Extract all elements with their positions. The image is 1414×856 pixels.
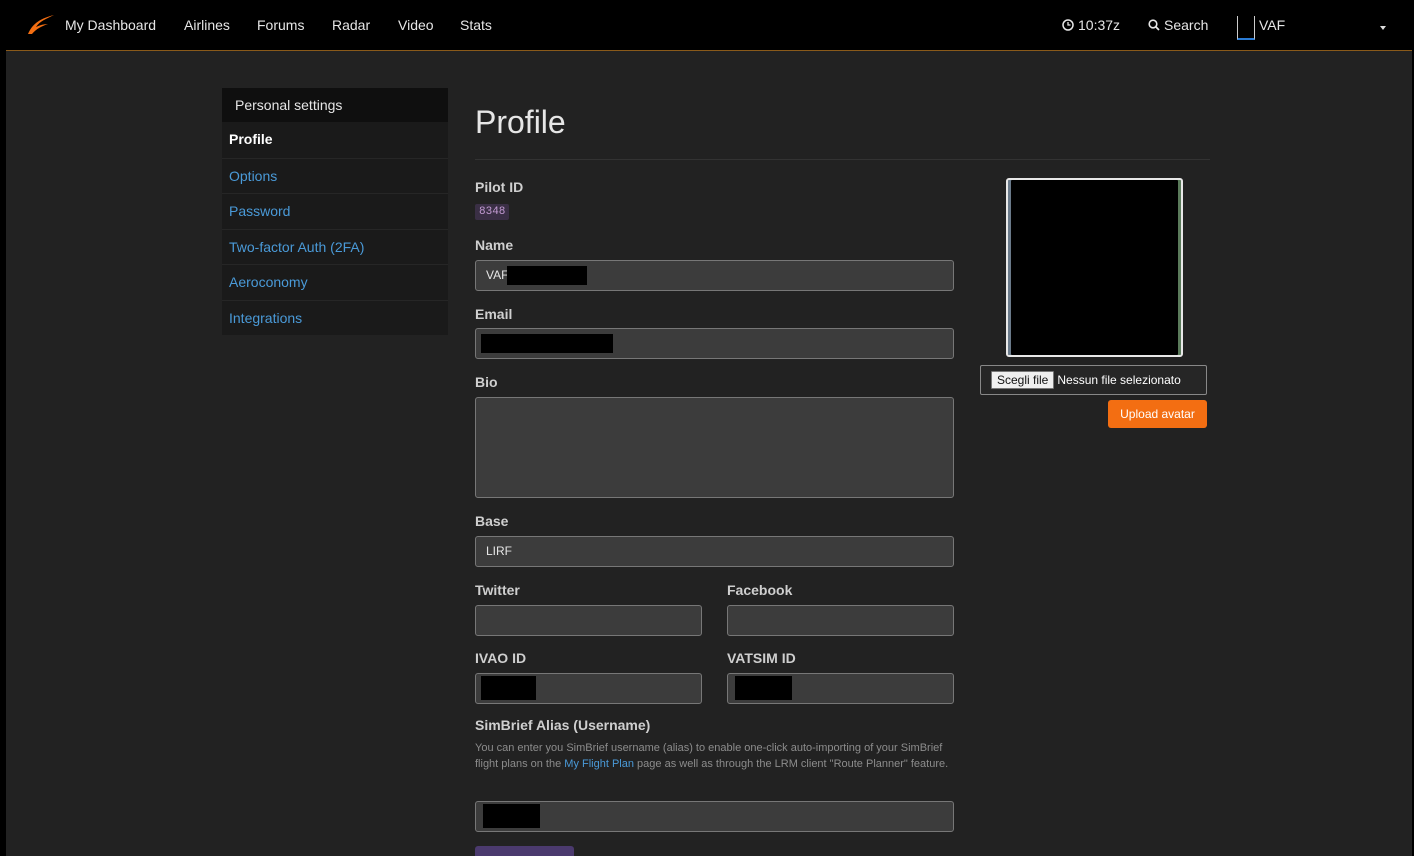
sidebar-item-options[interactable]: Options [222, 157, 448, 194]
base-label: Base [475, 513, 509, 529]
sidebar-item-aeroconomy[interactable]: Aeroconomy [222, 264, 448, 300]
top-navbar: My Dashboard Airlines Forums Radar Video… [6, 6, 1412, 51]
bio-label: Bio [475, 374, 498, 390]
clock-icon [1062, 19, 1074, 31]
name-value: VAF [486, 268, 509, 282]
clock-time: 10:37z [1078, 17, 1121, 33]
sidebar-header: Personal settings [222, 88, 448, 122]
my-flight-plan-link[interactable]: My Flight Plan [564, 758, 634, 770]
chevron-down-icon[interactable] [1380, 26, 1386, 30]
file-status: Nessun file selezionato [1057, 373, 1181, 387]
avatar-image [1006, 178, 1183, 357]
avatar-file-input[interactable]: Scegli file Nessun file selezionato [980, 365, 1207, 395]
vatsim-label: VATSIM ID [727, 650, 796, 666]
simbrief-label: SimBrief Alias (Username) [475, 717, 651, 733]
nav-radar[interactable]: Radar [332, 17, 370, 33]
divider [475, 159, 1210, 160]
simbrief-field[interactable] [475, 801, 954, 832]
redaction [483, 804, 540, 828]
nav-dashboard[interactable]: My Dashboard [65, 17, 156, 33]
app-frame: My Dashboard Airlines Forums Radar Video… [6, 6, 1412, 856]
sidebar-item-integrations[interactable]: Integrations [222, 299, 448, 336]
facebook-label: Facebook [727, 582, 793, 598]
user-name[interactable]: VAF [1259, 17, 1285, 33]
redaction [481, 676, 536, 700]
simbrief-help-text: You can enter you SimBrief username (ali… [475, 742, 949, 770]
twitter-label: Twitter [475, 582, 520, 598]
search-icon [1148, 19, 1160, 31]
nav-forums[interactable]: Forums [257, 17, 304, 33]
base-field[interactable]: LIRF [475, 536, 954, 567]
twitter-field[interactable] [475, 605, 702, 636]
user-avatar[interactable] [1237, 16, 1255, 40]
redaction [507, 266, 587, 285]
update-profile-button[interactable] [475, 846, 574, 856]
facebook-field[interactable] [727, 605, 954, 636]
bio-textarea[interactable] [475, 397, 954, 498]
settings-sidebar: Personal settings Profile Options Passwo… [222, 88, 448, 335]
redaction [735, 676, 792, 700]
base-value: LIRF [486, 544, 513, 558]
nav-video[interactable]: Video [398, 17, 434, 33]
pilot-id-value: 8348 [475, 204, 510, 220]
upload-avatar-button[interactable]: Upload avatar [1108, 400, 1207, 428]
pilot-id-label: Pilot ID [475, 179, 524, 195]
ivao-label: IVAO ID [475, 650, 527, 666]
name-label: Name [475, 237, 514, 253]
sidebar-item-password[interactable]: Password [222, 193, 448, 229]
search-label: Search [1164, 17, 1209, 33]
redaction [481, 334, 613, 353]
sidebar-item-profile[interactable]: Profile [222, 122, 448, 158]
page-title: Profile [475, 104, 566, 140]
clock: 10:37z [1062, 17, 1120, 33]
email-label: Email [475, 306, 513, 322]
nav-stats[interactable]: Stats [460, 17, 492, 33]
nav-search[interactable]: Search [1148, 17, 1208, 33]
nav-airlines[interactable]: Airlines [184, 17, 230, 33]
choose-file-button[interactable]: Scegli file [991, 371, 1055, 389]
logo-icon[interactable] [26, 13, 56, 35]
sidebar-item-2fa[interactable]: Two-factor Auth (2FA) [222, 228, 448, 265]
